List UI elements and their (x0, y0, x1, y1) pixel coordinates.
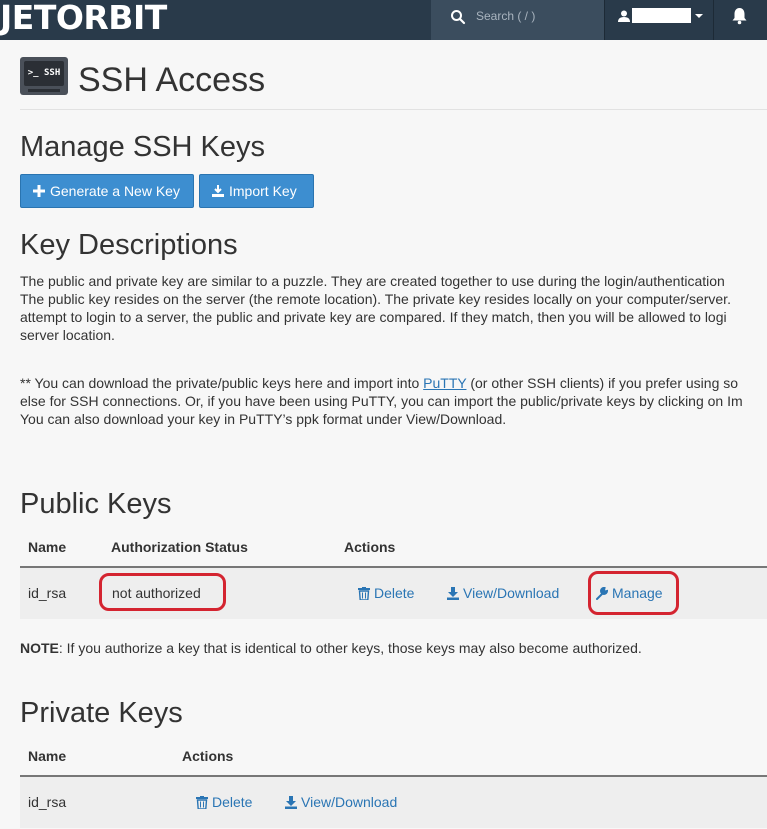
plus-icon (33, 185, 45, 197)
public-keys-table-header: Name Authorization Status Actions (20, 533, 767, 568)
putty-paragraph: ** You can download the private/public k… (20, 375, 743, 427)
view-download-private-key-link[interactable]: View/Download (285, 794, 397, 810)
trash-icon (196, 796, 208, 809)
highlight-circle-manage (588, 571, 679, 615)
private-keys-heading: Private Keys (20, 697, 183, 729)
user-icon (618, 10, 630, 22)
generate-key-label: Generate a New Key (50, 183, 180, 199)
trash-icon (358, 587, 370, 600)
highlight-circle-status (99, 573, 226, 611)
putty-link[interactable]: PuTTY (423, 375, 466, 391)
generate-key-button[interactable]: Generate a New Key (20, 174, 194, 208)
divider (20, 109, 767, 110)
bell-icon[interactable] (731, 7, 748, 25)
ssh-terminal-icon: >_ SSH (20, 57, 68, 95)
import-key-label: Import Key (229, 183, 297, 199)
col-actions: Actions (182, 748, 234, 764)
col-name: Name (28, 748, 67, 764)
key-name: id_rsa (28, 794, 67, 810)
col-authorization-status: Authorization Status (111, 539, 248, 555)
key-name: id_rsa (28, 585, 67, 601)
col-name: Name (28, 539, 67, 555)
download-icon (285, 796, 297, 809)
user-menu[interactable] (604, 0, 714, 40)
authorization-note: NOTE: If you authorize a key that is ide… (20, 640, 642, 656)
search-placeholder[interactable]: Search ( / ) (476, 9, 535, 23)
view-download-public-key-link[interactable]: View/Download (447, 585, 559, 601)
username-redacted (632, 8, 691, 23)
table-row: id_rsa Delete View/Download (20, 777, 767, 828)
manage-keys-heading: Manage SSH Keys (20, 131, 266, 163)
download-icon (447, 587, 459, 600)
private-keys-table-header: Name Actions (20, 742, 767, 777)
ssh-icon-label: >_ SSH (24, 61, 64, 86)
jetorbit-logo[interactable]: JETORBIT (0, 0, 167, 38)
delete-public-key-link[interactable]: Delete (358, 585, 414, 601)
page-title: SSH Access (78, 61, 266, 99)
key-description-paragraph: The public and private key are similar t… (20, 273, 731, 343)
key-descriptions-heading: Key Descriptions (20, 229, 238, 261)
import-key-button[interactable]: Import Key (199, 174, 314, 208)
public-keys-heading: Public Keys (20, 488, 172, 520)
top-navbar: JETORBIT Search ( / ) (0, 0, 767, 40)
col-actions: Actions (344, 539, 396, 555)
search-icon (451, 10, 466, 25)
import-icon (212, 185, 224, 197)
delete-private-key-link[interactable]: Delete (196, 794, 252, 810)
chevron-down-icon (695, 14, 703, 18)
search-box[interactable]: Search ( / ) (431, 0, 604, 40)
